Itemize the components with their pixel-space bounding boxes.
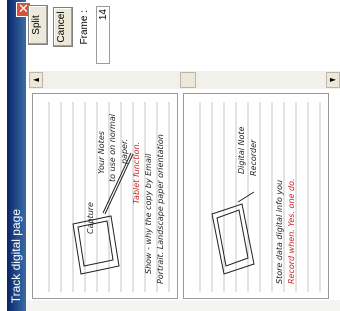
split-button-label: Split — [31, 15, 42, 35]
note-line: to use on normal — [108, 113, 117, 182]
frame-field[interactable]: 14 — [96, 6, 110, 64]
frame-value: 14 — [98, 9, 109, 21]
note-line: Recorder — [249, 139, 258, 176]
note-line: Record when. Yes. one do. — [287, 178, 296, 284]
scroll-right-button[interactable]: ► — [326, 72, 340, 88]
note-line: Capture — [86, 202, 95, 234]
window-title: Track digital page — [9, 208, 23, 303]
page-thumbnail-2[interactable]: Digital Note Recorder Store data digital… — [183, 93, 329, 299]
arrow-left-icon: ◄ — [32, 75, 40, 84]
split-button[interactable]: Split — [28, 5, 48, 45]
cancel-button[interactable]: Cancel — [53, 7, 73, 47]
title-bar[interactable]: ✕ Track digital page — [7, 0, 31, 311]
page-thumbnail-1[interactable]: Capture Your Notes to use on normal pape… — [32, 93, 178, 299]
arrow-right-icon: ► — [329, 75, 337, 84]
frame-label: Frame : — [79, 10, 90, 45]
note-line: Store data digital info you — [275, 180, 284, 284]
note-line: paper. — [120, 139, 129, 165]
note-line: Show - why the copy by Email — [144, 153, 153, 274]
cancel-button-label: Cancel — [56, 11, 67, 43]
page-1-canvas: Capture Your Notes to use on normal pape… — [48, 102, 170, 292]
note-line: Tablet function. — [132, 142, 141, 204]
scroll-thumb[interactable] — [180, 72, 196, 88]
note-line: Digital Note — [237, 126, 246, 174]
scroll-left-button[interactable]: ◄ — [29, 72, 43, 88]
status-strip — [26, 300, 340, 311]
page-2-canvas: Digital Note Recorder Store data digital… — [199, 102, 321, 292]
note-line: Your Notes — [97, 131, 106, 174]
note-line: Portrait. Landscape paper orientation — [156, 134, 165, 284]
